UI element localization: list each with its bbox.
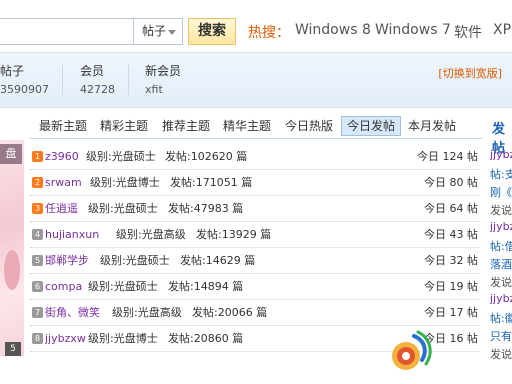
tab-posts-this-month[interactable]: 本月发帖: [403, 116, 461, 136]
latest-posts-sidebar: jjybz 帖:支 刚《 发说 jjybz 帖:借 落酒 发说 jjybz 帖:…: [488, 146, 512, 376]
slider-caption-tag: 盘: [0, 144, 22, 164]
sidebar-post-title[interactable]: 帖:支: [490, 166, 512, 182]
today-post-count: 今日 17 帖: [424, 306, 478, 319]
list-item: 7 街角、微笑 级别:光盘高级 发帖:20066 篇 今日 17 帖: [30, 302, 480, 326]
username-link[interactable]: z3960: [45, 146, 79, 168]
sidebar-post-meta: 发说: [490, 348, 512, 361]
search-button[interactable]: 搜索: [188, 18, 236, 45]
user-level: 级别:光盘硕士: [86, 150, 156, 163]
username-link[interactable]: 任逍遥: [45, 198, 78, 220]
divider: [62, 65, 63, 95]
divider: [128, 65, 129, 95]
sidebar-post-meta: 发说: [490, 204, 512, 217]
rank-badge: 6: [32, 281, 43, 292]
user-post-count: 发帖:14629 篇: [180, 254, 256, 267]
sidebar-username[interactable]: jjybz: [490, 148, 512, 161]
sidebar-post-title[interactable]: 只有: [490, 328, 512, 344]
today-post-count: 今日 32 帖: [424, 254, 478, 267]
chevron-down-icon: [168, 30, 176, 35]
hot-link-software[interactable]: 软件: [454, 22, 482, 42]
rank-badge: 7: [32, 307, 43, 318]
user-level: 级别:光盘硕士: [88, 280, 158, 293]
forum-stats-bar: 帖子 3590907 会员 42728 新会员 xfit [切换到宽版]: [0, 52, 512, 108]
slider-page-indicator[interactable]: 5: [5, 342, 21, 356]
user-level: 级别:光盘博士: [90, 176, 160, 189]
username-link[interactable]: srwam: [45, 172, 82, 194]
stat-new-member-label: 新会员: [145, 64, 182, 78]
hot-link-windows8[interactable]: Windows 8: [295, 22, 371, 38]
list-item: 5 邯郸学步 级别:光盘硕士 发帖:14629 篇 今日 32 帖: [30, 250, 480, 274]
list-item: 2 srwam 级别:光盘博士 发帖:171051 篇 今日 80 帖: [30, 172, 480, 196]
hot-link-xp[interactable]: XP: [493, 22, 511, 38]
search-type-value: 帖子: [142, 24, 167, 38]
username-link[interactable]: compa: [45, 276, 82, 298]
tab-recommended-topics[interactable]: 推荐主题: [157, 116, 215, 136]
today-post-count: 今日 43 帖: [424, 228, 478, 241]
user-level: 级别:光盘硕士: [88, 202, 158, 215]
tab-latest-topics[interactable]: 最新主题: [34, 116, 92, 136]
stat-posts-label: 帖子: [0, 64, 25, 78]
list-item: 6 compa 级别:光盘硕士 发帖:14894 篇 今日 19 帖: [30, 276, 480, 300]
divider: [30, 138, 482, 139]
user-post-count: 发帖:20066 篇: [192, 306, 268, 319]
sidebar-username[interactable]: jjybz: [490, 220, 512, 233]
featured-image-slider[interactable]: 盘: [0, 140, 24, 356]
username-link[interactable]: jjybzxw: [45, 328, 86, 350]
sidebar-post-meta: 发说: [490, 276, 512, 289]
tab-hot-boards-today[interactable]: 今日热版: [280, 116, 338, 136]
stat-new-member: 新会员 xfit: [145, 62, 181, 96]
user-post-count: 发帖:47983 篇: [168, 202, 244, 215]
stat-members-label: 会员: [80, 64, 105, 78]
stat-members: 会员 42728: [80, 62, 115, 96]
rank-badge: 3: [32, 203, 43, 214]
user-post-count: 发帖:102620 篇: [165, 150, 248, 163]
user-post-count: 发帖:171051 篇: [170, 176, 253, 189]
sidebar-post-title[interactable]: 帖:徽: [490, 310, 512, 326]
stat-members-value: 42728: [80, 83, 115, 96]
user-level: 级别:光盘硕士: [100, 254, 170, 267]
user-level: 级别:光盘高级: [112, 306, 182, 319]
today-post-count: 今日 19 帖: [424, 280, 478, 293]
tab-essence-topics[interactable]: 精华主题: [218, 116, 276, 136]
stat-posts: 帖子 3590907: [0, 62, 49, 96]
user-level: 级别:光盘高级: [116, 228, 186, 241]
rank-badge: 8: [32, 333, 43, 344]
stat-posts-value: 3590907: [0, 83, 49, 96]
rank-badge: 5: [32, 255, 43, 266]
user-post-count: 发帖:14894 篇: [168, 280, 244, 293]
sidebar-post-title[interactable]: 刚《: [490, 184, 512, 200]
search-input[interactable]: [0, 18, 134, 45]
sidebar-post-title[interactable]: 落酒: [490, 256, 512, 272]
today-post-count: 今日 124 帖: [417, 150, 478, 163]
tab-posts-today[interactable]: 今日发帖: [341, 116, 402, 136]
hot-link-windows7[interactable]: Windows 7: [375, 22, 451, 38]
today-post-count: 今日 80 帖: [424, 176, 478, 189]
rank-badge: 2: [32, 177, 43, 188]
list-item: 4 hujianxun 级别:光盘高级 发帖:13929 篇 今日 43 帖: [30, 224, 480, 248]
username-link[interactable]: 邯郸学步: [45, 250, 89, 272]
username-link[interactable]: 街角、微笑: [45, 302, 100, 324]
rank-badge: 1: [32, 151, 43, 162]
switch-wide-layout-link[interactable]: [切换到宽版]: [438, 65, 502, 81]
list-item: 3 任逍遥 级别:光盘硕士 发帖:47983 篇 今日 64 帖: [30, 198, 480, 222]
top-search-bar: 帖子 搜索 热搜： Windows 8 Windows 7 软件 XP: [0, 0, 512, 60]
rank-badge: 4: [32, 229, 43, 240]
featured-image: [4, 250, 20, 290]
search-type-select[interactable]: 帖子: [133, 18, 183, 45]
user-post-count: 发帖:13929 篇: [196, 228, 272, 241]
sidebar-post-title[interactable]: 帖:借: [490, 238, 512, 254]
list-item: 1 z3960 级别:光盘硕士 发帖:102620 篇 今日 124 帖: [30, 146, 480, 170]
username-link[interactable]: hujianxun: [45, 224, 99, 246]
user-level: 级别:光盘博士: [88, 332, 158, 345]
user-post-count: 发帖:20860 篇: [168, 332, 244, 345]
sidebar-username[interactable]: jjybz: [490, 292, 512, 305]
tab-featured-topics[interactable]: 精彩主题: [95, 116, 153, 136]
hot-search-label: 热搜：: [248, 25, 290, 41]
today-post-count: 今日 64 帖: [424, 202, 478, 215]
stat-new-member-value[interactable]: xfit: [145, 83, 181, 96]
site-logo-icon: [392, 330, 432, 370]
